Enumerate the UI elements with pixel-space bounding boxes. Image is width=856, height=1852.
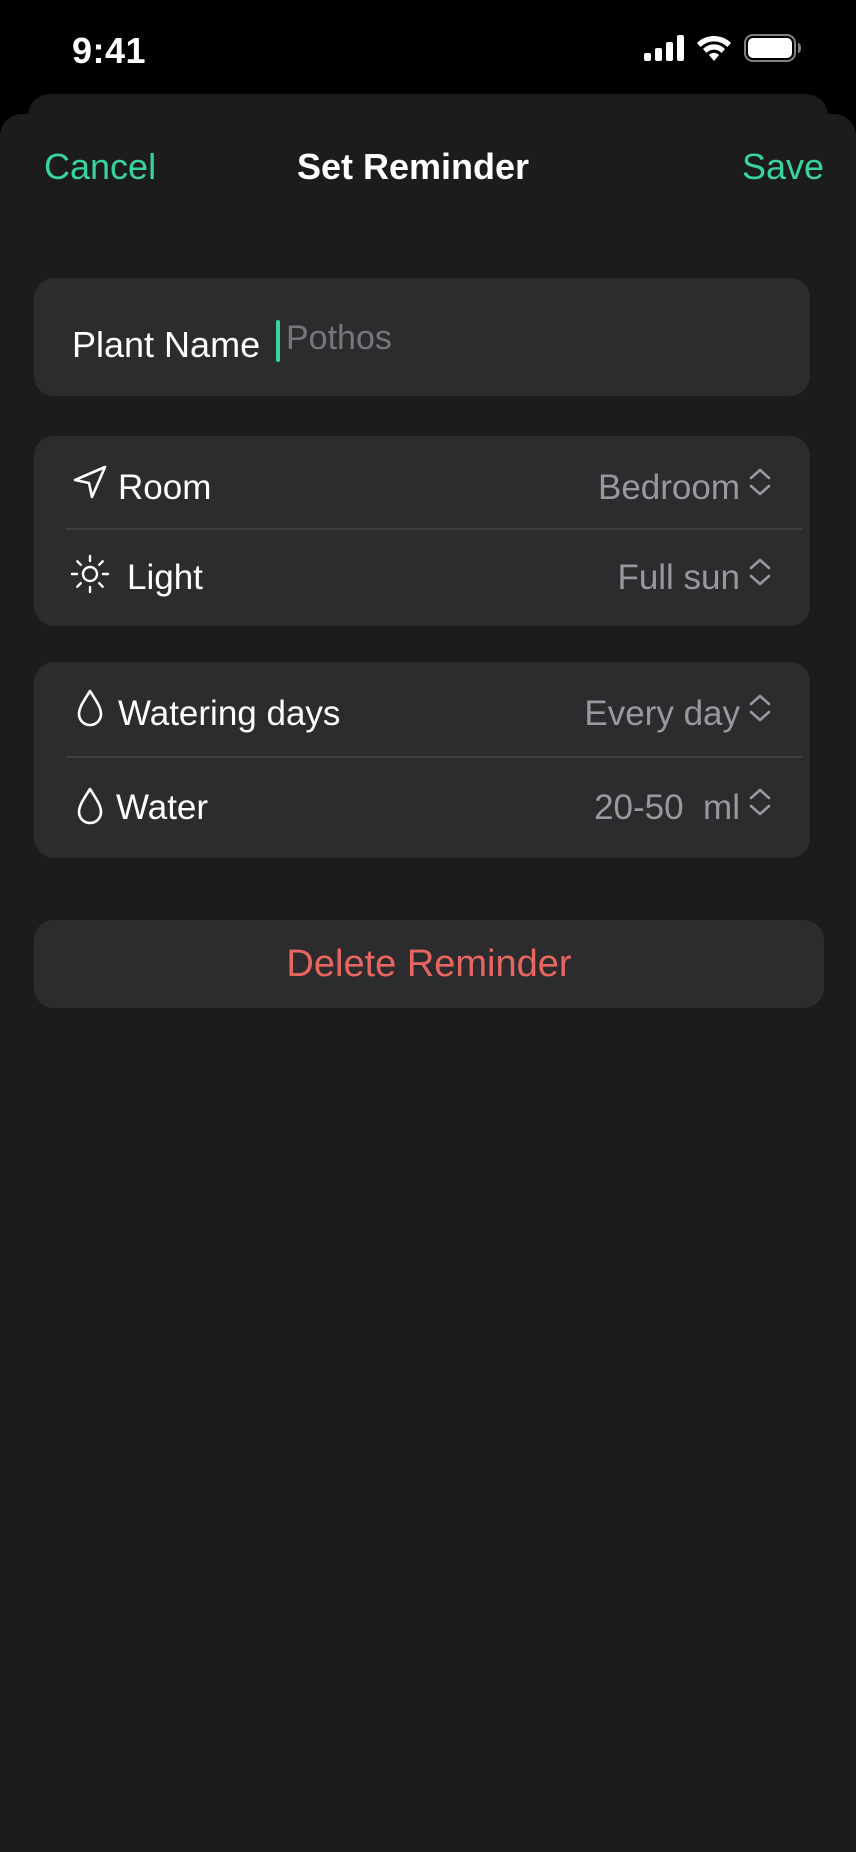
- light-value: Full sun: [617, 558, 740, 597]
- chevron-up-down-icon: [748, 693, 772, 723]
- page-title: Set Reminder: [296, 146, 530, 187]
- water-value: 20-50 ml: [594, 788, 740, 827]
- watering-days-label: Watering days: [118, 694, 341, 733]
- light-row[interactable]: Light Full sun: [34, 530, 810, 626]
- watering-card: Watering days Every day Water 20-50 ml: [34, 662, 810, 858]
- plant-name-label: Plant Name: [72, 324, 261, 365]
- watering-days-row[interactable]: Watering days Every day: [34, 662, 810, 756]
- status-time: 9:41: [72, 30, 147, 71]
- status-bar: 9:41: [0, 0, 856, 100]
- room-row[interactable]: Room Bedroom: [34, 436, 810, 528]
- status-icons: [644, 34, 802, 67]
- save-button[interactable]: Save: [742, 146, 824, 188]
- water-drop-icon: [70, 688, 110, 728]
- delete-reminder-button[interactable]: Delete Reminder: [34, 920, 824, 1008]
- location-card: Room Bedroom Light Full sun: [34, 436, 810, 626]
- location-arrow-icon: [70, 462, 110, 502]
- water-label: Water: [116, 788, 209, 827]
- text-cursor: [276, 320, 280, 362]
- light-label: Light: [127, 558, 203, 597]
- water-drop-icon: [70, 786, 110, 826]
- cellular-signal-icon: [644, 35, 684, 66]
- sun-icon: [70, 554, 110, 594]
- water-amount-row[interactable]: Water 20-50 ml: [34, 758, 810, 858]
- chevron-up-down-icon: [748, 467, 772, 497]
- room-label: Room: [118, 468, 212, 507]
- chevron-up-down-icon: [748, 557, 772, 587]
- plant-name-input[interactable]: [286, 308, 766, 368]
- wifi-icon: [696, 34, 732, 67]
- chevron-up-down-icon: [748, 787, 772, 817]
- plant-name-card: Plant Name: [34, 278, 810, 396]
- room-value: Bedroom: [597, 468, 740, 507]
- battery-icon: [744, 34, 802, 67]
- watering-days-value: Every day: [584, 694, 740, 733]
